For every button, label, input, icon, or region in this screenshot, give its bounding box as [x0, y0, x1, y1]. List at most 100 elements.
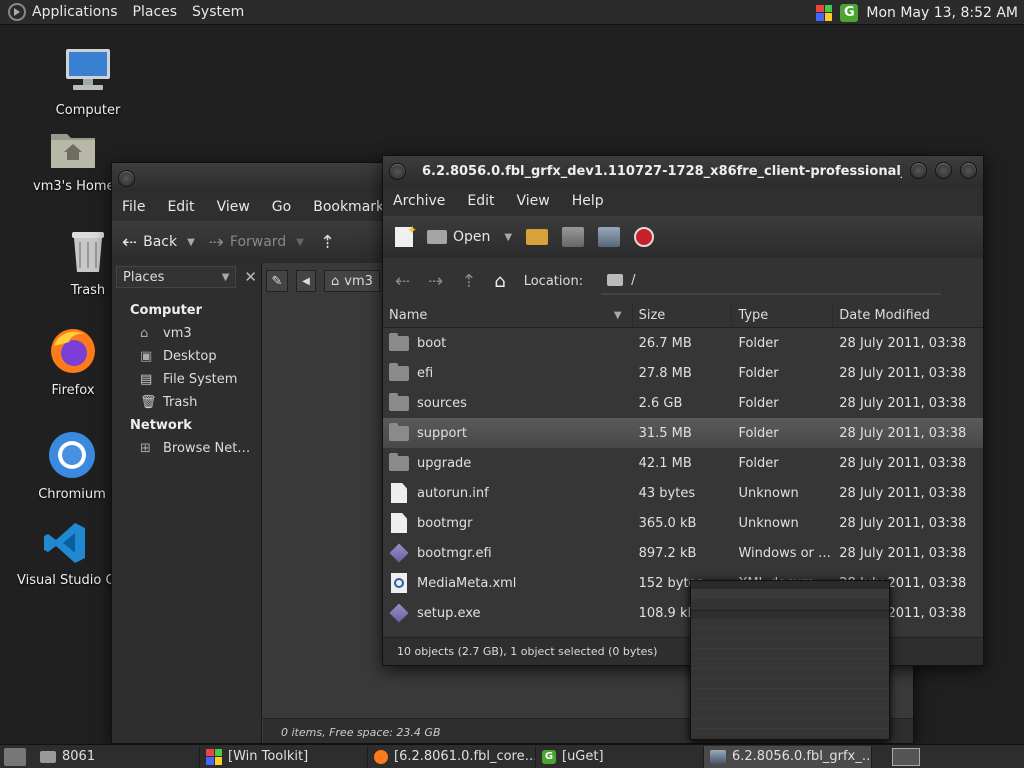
clock[interactable]: Mon May 13, 8:52 AM — [866, 5, 1018, 21]
location-field[interactable]: / — [601, 267, 942, 295]
file-row[interactable]: sources 2.6 GB Folder 28 July 2011, 03:38 — [383, 388, 983, 418]
back-button[interactable]: ⇠ Back — [122, 232, 177, 253]
task-item-8061[interactable]: 8061 — [34, 745, 200, 768]
file-row[interactable]: support 31.5 MB Folder 28 July 2011, 03:38 — [383, 418, 983, 448]
network-icon: ⊞ — [140, 441, 151, 456]
task-item-firefox[interactable]: [6.2.8061.0.fbl_core… — [368, 745, 536, 768]
archive-titlebar[interactable]: 6.2.8056.0.fbl_grfx_dev1.110727-1728_x86… — [383, 156, 983, 186]
new-archive-icon[interactable]: ✦ — [395, 223, 417, 247]
back-arrow-icon[interactable]: ⇠ — [395, 271, 410, 292]
minimize-button[interactable] — [910, 162, 927, 179]
show-desktop-icon[interactable] — [4, 747, 26, 766]
maximize-button[interactable] — [935, 162, 952, 179]
window-preview-thumbnail[interactable] — [690, 580, 890, 740]
window-menu-button[interactable] — [389, 162, 406, 180]
desktop-icon-firefox[interactable]: Firefox — [33, 326, 113, 398]
mate-logo-icon[interactable] — [8, 3, 26, 21]
forward-button[interactable]: ⇢ Forward — [209, 232, 286, 253]
desktop-icon-label: Computer — [55, 103, 121, 118]
file-row[interactable]: bootmgr 365.0 kB Unknown 28 July 2011, 03:3… — [383, 508, 983, 538]
file-name: bootmgr.efi — [417, 545, 492, 561]
file-row[interactable]: MediaMeta.xml152 bytesXML document28 Jul… — [383, 568, 983, 598]
sidebar-close-icon[interactable]: ✕ — [244, 268, 257, 286]
path-segment-vm3[interactable]: ⌂ vm3 — [324, 270, 380, 292]
path-left-arrow-icon[interactable]: ◀ — [296, 270, 316, 292]
file-date: 28 July 2011, 03:38 — [839, 485, 967, 501]
file-date: 28 July 2011, 03:38 — [839, 455, 967, 471]
up-arrow-icon[interactable]: ⇡ — [320, 232, 335, 253]
sidebar-item-filesystem[interactable]: ▤ File System — [112, 368, 261, 391]
stop-icon[interactable] — [634, 227, 655, 247]
desktop-icon-computer[interactable]: Computer — [33, 46, 143, 118]
menu-help[interactable]: Help — [572, 193, 604, 209]
menu-go[interactable]: Go — [272, 199, 291, 215]
desktop-icon-label: Visual Studio Code — [17, 573, 112, 588]
add-files-icon[interactable] — [562, 227, 585, 247]
column-size[interactable]: Size — [633, 303, 733, 328]
file-type: Folder — [738, 365, 779, 381]
open-button[interactable]: Open ▼ — [427, 229, 512, 245]
sidebar-selector[interactable]: Places ▼ — [116, 266, 237, 288]
home-icon[interactable]: ⌂ — [494, 271, 505, 292]
path-bar: ✎ ◀ ⌂ vm3 — [266, 267, 380, 295]
file-size: 2.6 GB — [638, 395, 683, 411]
sidebar-item-vm3[interactable]: ⌂ vm3 — [112, 322, 261, 345]
sidebar-item-trash[interactable]: 🗑 Trash — [112, 391, 261, 414]
uget-tray-icon[interactable]: G — [840, 3, 859, 22]
sidebar-item-desktop[interactable]: ▣ Desktop — [112, 345, 261, 368]
menu-view[interactable]: View — [217, 199, 250, 215]
file-row[interactable]: bootmgr.efi 897.2 kB Windows or … 28 July 2… — [383, 538, 983, 568]
trash-icon — [72, 232, 104, 272]
workspace-switcher[interactable] — [892, 747, 920, 766]
file-date: 28 July 2011, 03:38 — [839, 425, 967, 441]
sidebar-item-label: Desktop — [163, 349, 217, 364]
archive-manager-window[interactable]: 6.2.8056.0.fbl_grfx_dev1.110727-1728_x86… — [382, 155, 984, 666]
menu-bookmarks[interactable]: Bookmarks — [313, 199, 391, 215]
edit-location-icon[interactable]: ✎ — [266, 270, 288, 292]
location-value: / — [631, 272, 636, 288]
task-item-win-toolkit[interactable]: [Win Toolkit] — [200, 745, 368, 768]
menu-edit[interactable]: Edit — [467, 193, 494, 209]
file-type: Folder — [738, 335, 779, 351]
task-label: 8061 — [62, 749, 96, 764]
task-item-archive[interactable]: 6.2.8056.0.fbl_grfx_… — [704, 745, 872, 768]
system-menu[interactable]: System — [192, 4, 244, 20]
task-item-uget[interactable]: G [uGet] — [536, 745, 704, 768]
menu-file[interactable]: File — [122, 199, 145, 215]
menu-view[interactable]: View — [517, 193, 550, 209]
extract-icon[interactable] — [526, 229, 549, 245]
applications-menu[interactable]: Applications — [32, 4, 118, 20]
folder-icon — [389, 332, 409, 351]
windows-tray-icon[interactable] — [816, 4, 833, 21]
menu-archive[interactable]: Archive — [393, 193, 445, 209]
folder-icon — [389, 362, 409, 381]
desktop-icon-vscode[interactable]: Visual Studio Code — [17, 520, 112, 588]
up-arrow-icon[interactable]: ⇡ — [461, 271, 476, 292]
file-row[interactable]: upgrade 42.1 MB Folder 28 July 2011, 03:38 — [383, 448, 983, 478]
add-folder-icon[interactable] — [598, 227, 621, 247]
folder-icon — [40, 750, 56, 763]
back-dropdown-icon[interactable]: ▼ — [187, 237, 195, 248]
open-dropdown-icon[interactable]: ▼ — [504, 232, 512, 243]
sidebar-item-label: Browse Net… — [163, 441, 251, 456]
file-row[interactable]: efi 27.8 MB Folder 28 July 2011, 03:38 — [383, 358, 983, 388]
column-name[interactable]: Name ▼ — [383, 303, 633, 328]
column-type[interactable]: Type — [732, 303, 834, 328]
window-menu-button[interactable] — [118, 169, 135, 187]
file-icon — [391, 483, 407, 503]
sidebar-item-browse-network[interactable]: ⊞ Browse Net… — [112, 437, 261, 460]
home-icon: ⌂ — [140, 326, 149, 341]
archive-toolbar: ✦ Open ▼ — [383, 216, 983, 258]
close-button[interactable] — [960, 162, 977, 179]
forward-arrow-icon[interactable]: ⇢ — [428, 271, 443, 292]
file-row[interactable]: autorun.inf 43 bytes Unknown 28 July 2011, … — [383, 478, 983, 508]
places-menu[interactable]: Places — [133, 4, 178, 20]
file-row[interactable]: setup.exe108.9 kBWindows or …28 July 201… — [383, 598, 983, 628]
file-type: Unknown — [738, 515, 799, 531]
file-row[interactable]: boot 26.7 MB Folder 28 July 2011, 03:38 — [383, 328, 983, 358]
column-date[interactable]: Date Modified — [833, 304, 983, 328]
menu-edit[interactable]: Edit — [167, 199, 194, 215]
forward-dropdown-icon[interactable]: ▼ — [296, 237, 304, 248]
desktop-icon-home[interactable]: vm3's Home — [33, 128, 113, 194]
bottom-taskbar: 8061 [Win Toolkit] [6.2.8061.0.fbl_core…… — [0, 744, 1024, 768]
